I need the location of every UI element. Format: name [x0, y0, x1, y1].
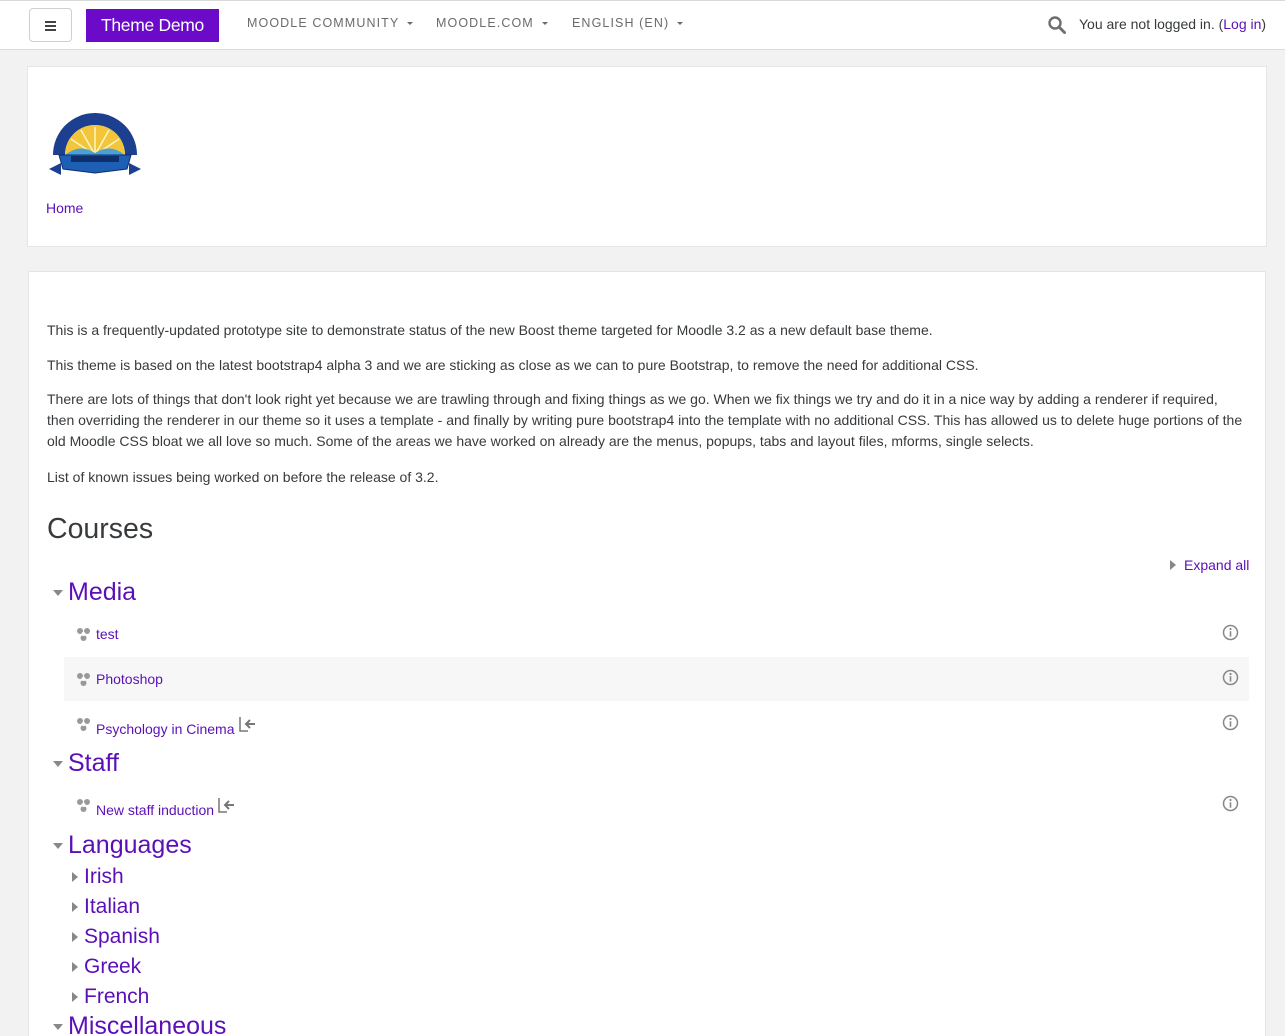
menu-label: MOODLE.COM [436, 16, 534, 30]
expand-icon[interactable] [72, 992, 78, 1002]
info-icon[interactable] [1222, 714, 1239, 731]
expand-all-label: Expand all [1184, 557, 1250, 573]
collapse-icon[interactable] [53, 590, 63, 596]
category-languages[interactable]: Languages [68, 831, 192, 860]
menu-icon [45, 20, 56, 31]
category-media[interactable]: Media [68, 578, 136, 607]
menu-moodle-community[interactable]: MOODLE COMMUNITY [247, 16, 414, 30]
subcategory-irish[interactable]: Irish [84, 865, 124, 889]
site-brand-link[interactable]: Theme Demo [86, 9, 219, 42]
course-entry: New staff induction [96, 797, 235, 818]
menu-label: ENGLISH (EN) [572, 16, 670, 30]
course-row: Photoshop [64, 657, 1249, 701]
menu-moodle-com[interactable]: MOODLE.COM [436, 16, 548, 30]
subcategory-italian[interactable]: Italian [84, 895, 140, 919]
known-issues-link[interactable]: List of known issues being worked on bef… [47, 467, 438, 488]
courses-heading: Courses [47, 513, 154, 545]
course-icon [77, 673, 90, 686]
collapse-icon[interactable] [53, 761, 63, 767]
info-icon[interactable] [1222, 669, 1239, 686]
subcategory-spanish[interactable]: Spanish [84, 925, 160, 949]
caret-down-icon [407, 22, 414, 25]
intro-paragraph-3: There are lots of things that don't look… [47, 391, 1243, 449]
main-content: This is a frequently-updated prototype s… [28, 271, 1266, 1036]
enrol-icon [238, 717, 255, 732]
collapse-icon[interactable] [53, 1024, 63, 1030]
category-miscellaneous[interactable]: Miscellaneous [68, 1012, 226, 1036]
breadcrumb-home-link[interactable]: Home [46, 200, 83, 216]
course-link-new-staff-induction[interactable]: New staff induction [96, 802, 214, 818]
caret-down-icon [677, 22, 684, 25]
course-row: New staff induction [64, 783, 1249, 827]
course-row: Psychology in Cinema [64, 702, 1249, 746]
intro-paragraph-1: This is a frequently-updated prototype s… [47, 322, 933, 338]
login-info: You are not logged in. (Log in) [1079, 16, 1266, 32]
info-icon[interactable] [1222, 795, 1239, 812]
course-link-psychology-in-cinema[interactable]: Psychology in Cinema [96, 721, 235, 737]
login-close: ) [1261, 16, 1267, 32]
school-logo [49, 113, 141, 175]
page-header: Home [27, 66, 1267, 247]
course-entry: Psychology in Cinema [96, 716, 256, 737]
caret-down-icon [541, 22, 548, 25]
course-icon [77, 718, 90, 731]
menu-language[interactable]: ENGLISH (EN) [572, 16, 684, 30]
nav-drawer-toggle-button[interactable] [29, 8, 72, 42]
collapse-icon[interactable] [53, 843, 63, 849]
info-icon[interactable] [1222, 624, 1239, 641]
expand-icon[interactable] [72, 962, 78, 972]
search-icon[interactable] [1047, 15, 1067, 35]
course-row: test [64, 612, 1249, 656]
login-link[interactable]: Log in [1223, 16, 1261, 32]
course-link-test[interactable]: test [96, 626, 119, 642]
expand-icon[interactable] [72, 932, 78, 942]
top-navbar: Theme Demo MOODLE COMMUNITY MOODLE.COM E… [0, 0, 1285, 50]
login-text: You are not logged in. ( [1079, 16, 1224, 32]
expand-all-link[interactable]: Expand all [1170, 557, 1249, 573]
subcategory-french[interactable]: French [84, 985, 149, 1009]
intro-paragraph-2: This theme is based on the latest bootst… [47, 357, 979, 373]
enrol-icon [218, 798, 235, 813]
expand-icon[interactable] [72, 872, 78, 882]
course-icon [77, 799, 90, 812]
course-link-photoshop[interactable]: Photoshop [96, 671, 163, 687]
course-icon [77, 628, 90, 641]
expand-icon [1170, 560, 1176, 570]
menu-label: MOODLE COMMUNITY [247, 16, 400, 30]
expand-icon[interactable] [72, 902, 78, 912]
category-staff[interactable]: Staff [68, 749, 119, 778]
subcategory-greek[interactable]: Greek [84, 955, 141, 979]
